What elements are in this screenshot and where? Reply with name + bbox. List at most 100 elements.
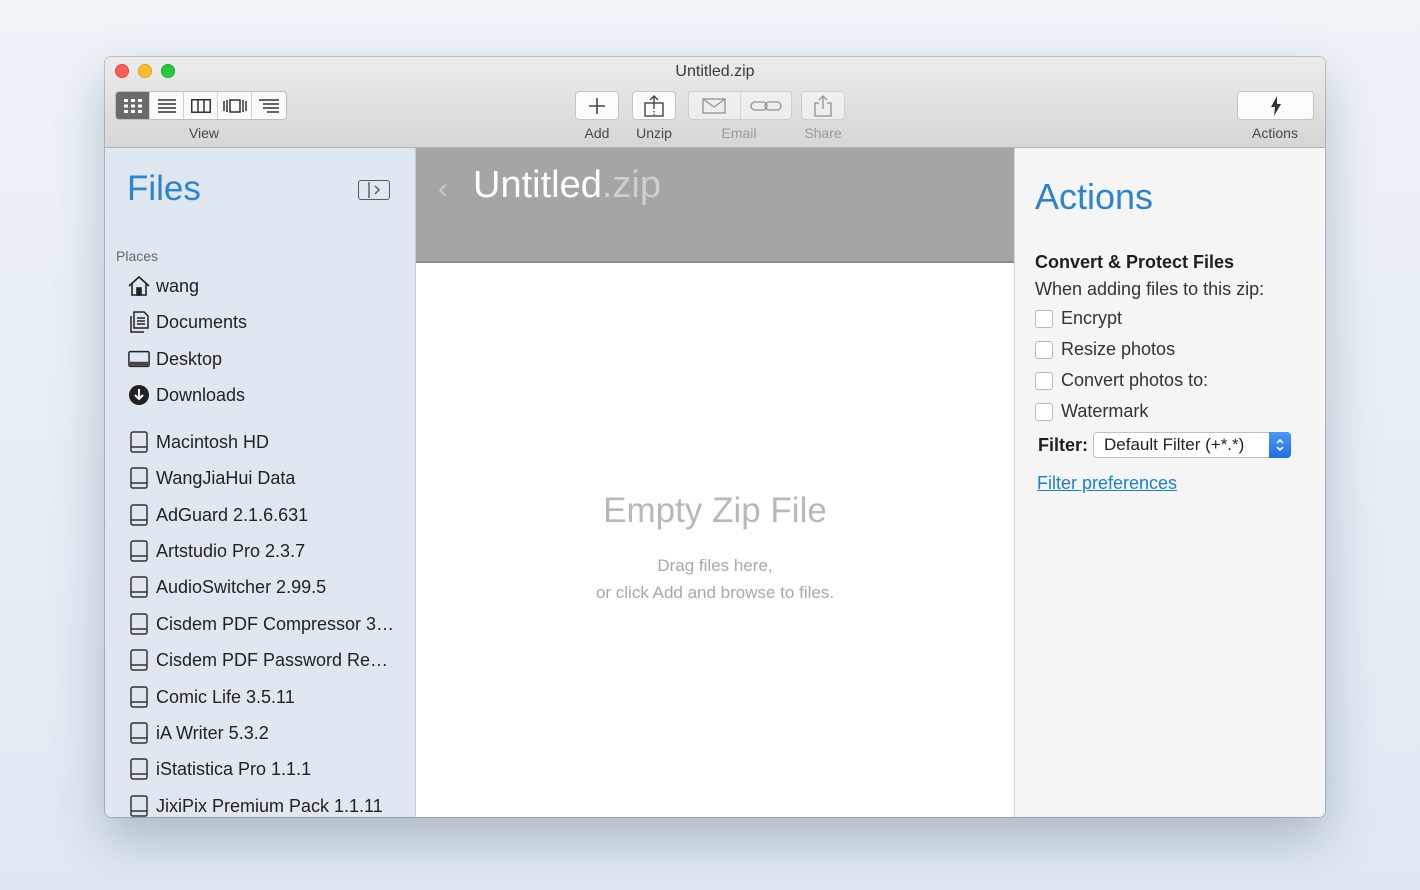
- sidebar-item-label: Cisdem PDF Compressor 3…: [156, 613, 395, 634]
- add-label: Add: [584, 125, 610, 141]
- places-section-label: Places: [116, 248, 159, 264]
- downloads-icon: [128, 384, 150, 406]
- updown-chevron-icon: [1269, 432, 1292, 458]
- actions-panel: Actions Convert & Protect Files When add…: [1014, 148, 1325, 817]
- list-icon: [157, 98, 176, 113]
- convert-photos-label: Convert photos to:: [1061, 370, 1209, 390]
- grid-view-button[interactable]: [116, 92, 150, 119]
- sidebar-item-label: Artstudio Pro 2.3.7: [156, 540, 306, 561]
- sidebar-item-volume[interactable]: AudioSwitcher 2.99.5: [128, 573, 326, 601]
- sidebar-item-label: Downloads: [156, 384, 246, 405]
- sidebar-item-label: Documents: [156, 311, 248, 332]
- sidebar-item-volume[interactable]: Macintosh HD: [128, 428, 269, 456]
- actions-label: Actions: [1252, 125, 1298, 141]
- columns-icon: [190, 98, 211, 113]
- watermark-checkbox[interactable]: [1035, 402, 1053, 421]
- coverflow-icon: [222, 98, 247, 113]
- resize-photos-label: Resize photos: [1061, 339, 1176, 359]
- desktop-icon: [128, 348, 150, 370]
- drive-icon: [128, 576, 150, 598]
- convert-photos-option[interactable]: Convert photos to:: [1035, 370, 1208, 391]
- actions-button[interactable]: [1237, 91, 1314, 120]
- sidebar-item-volume[interactable]: AdGuard 2.1.6.631: [128, 501, 308, 529]
- filter-row: Filter: Default Filter (+*.*): [1038, 432, 1292, 458]
- share-label: Share: [804, 125, 842, 141]
- sidebar-title: Files: [127, 169, 201, 208]
- sidebar-item-label: AdGuard 2.1.6.631: [156, 504, 309, 525]
- share-button[interactable]: [801, 91, 845, 120]
- email-button[interactable]: [689, 92, 741, 119]
- resize-photos-option[interactable]: Resize photos: [1035, 339, 1175, 360]
- add-button[interactable]: [575, 91, 619, 120]
- link-button[interactable]: [741, 92, 792, 119]
- sidebar-item-documents[interactable]: Documents: [128, 308, 247, 336]
- filter-preferences-link[interactable]: Filter preferences: [1037, 473, 1177, 494]
- unzip-button[interactable]: [632, 91, 676, 120]
- sidebar-item-volume[interactable]: Comic Life 3.5.11: [128, 683, 295, 711]
- sidebar-item-volume[interactable]: iA Writer 5.3.2: [128, 719, 269, 747]
- filter-select[interactable]: Default Filter (+*.*): [1093, 432, 1292, 458]
- zip-header: ‹ Untitled.zip: [416, 148, 1014, 263]
- documents-icon: [128, 311, 150, 333]
- zip-title: Untitled.zip: [473, 164, 661, 207]
- link-icon: [750, 100, 782, 111]
- convert-protect-heading: Convert & Protect Files: [1035, 252, 1235, 272]
- sidebar-item-volume[interactable]: Cisdem PDF Password Re…: [128, 646, 388, 674]
- list-view-button[interactable]: [150, 92, 184, 119]
- files-sidebar: Files Places wang Documents Desktop Down…: [105, 148, 416, 817]
- encrypt-label: Encrypt: [1061, 308, 1123, 328]
- convert-photos-checkbox[interactable]: [1035, 371, 1053, 390]
- sidebar-item-volume[interactable]: JixiPix Premium Pack 1.1.11: [128, 792, 383, 817]
- drive-icon: [128, 686, 150, 708]
- sidebar-toggle-icon: [368, 182, 380, 198]
- sidebar-item-volume[interactable]: WangJiaHui Data: [128, 464, 295, 492]
- email-link-group: [688, 91, 792, 120]
- outline-view-button[interactable]: [252, 92, 286, 119]
- sidebar-item-label: Macintosh HD: [156, 431, 270, 452]
- sidebar-item-label: Comic Life 3.5.11: [156, 686, 295, 707]
- sidebar-item-volume[interactable]: Cisdem PDF Compressor 3…: [128, 610, 394, 638]
- watermark-label: Watermark: [1061, 401, 1149, 421]
- view-mode-control: [115, 91, 287, 120]
- back-chevron-icon[interactable]: ‹: [438, 172, 448, 206]
- drive-icon: [128, 431, 150, 453]
- envelope-icon: [702, 97, 726, 114]
- plus-icon: [589, 97, 605, 114]
- unzip-label: Unzip: [636, 125, 672, 141]
- encrypt-option[interactable]: Encrypt: [1035, 308, 1122, 329]
- sidebar-item-volume[interactable]: iStatistica Pro 1.1.1: [128, 755, 311, 783]
- sidebar-item-label: wang: [156, 275, 200, 296]
- lightning-icon: [1270, 95, 1281, 116]
- encrypt-checkbox[interactable]: [1035, 309, 1053, 328]
- toggle-sidebar-button[interactable]: [358, 180, 390, 200]
- sidebar-item-volume[interactable]: Artstudio Pro 2.3.7: [128, 537, 305, 565]
- sidebar-item-label: iA Writer 5.3.2: [156, 722, 269, 743]
- drive-icon: [128, 613, 150, 635]
- sidebar-item-label: AudioSwitcher 2.99.5: [156, 576, 327, 597]
- column-view-button[interactable]: [184, 92, 218, 119]
- share-icon: [814, 94, 832, 117]
- titlebar: Untitled.zip View Add Unzip Email Share …: [105, 57, 1325, 148]
- zip-title-ext: .zip: [601, 164, 661, 206]
- grid-icon: [123, 98, 142, 113]
- window-title: Untitled.zip: [675, 63, 755, 80]
- drive-icon: [128, 540, 150, 562]
- drive-icon: [128, 504, 150, 526]
- sidebar-item-label: WangJiaHui Data: [156, 467, 296, 488]
- sidebar-item-desktop[interactable]: Desktop: [128, 345, 222, 373]
- sidebar-item-downloads[interactable]: Downloads: [128, 381, 245, 409]
- drive-icon: [128, 467, 150, 489]
- sidebar-item-label: iStatistica Pro 1.1.1: [156, 758, 312, 779]
- coverflow-view-button[interactable]: [218, 92, 252, 119]
- convert-protect-subheading: When adding files to this zip:: [1035, 279, 1265, 299]
- outline-icon: [259, 98, 279, 113]
- zip-title-name: Untitled: [473, 164, 602, 206]
- sidebar-item-wang[interactable]: wang: [128, 272, 199, 300]
- watermark-option[interactable]: Watermark: [1035, 401, 1148, 422]
- empty-state-line1: Drag files here,: [657, 556, 773, 575]
- drive-icon: [128, 722, 150, 744]
- drive-icon: [128, 649, 150, 671]
- email-label: Email: [721, 125, 757, 141]
- resize-photos-checkbox[interactable]: [1035, 340, 1053, 359]
- zip-contents-pane[interactable]: ‹ Untitled.zip Empty Zip File Drag files…: [416, 148, 1014, 817]
